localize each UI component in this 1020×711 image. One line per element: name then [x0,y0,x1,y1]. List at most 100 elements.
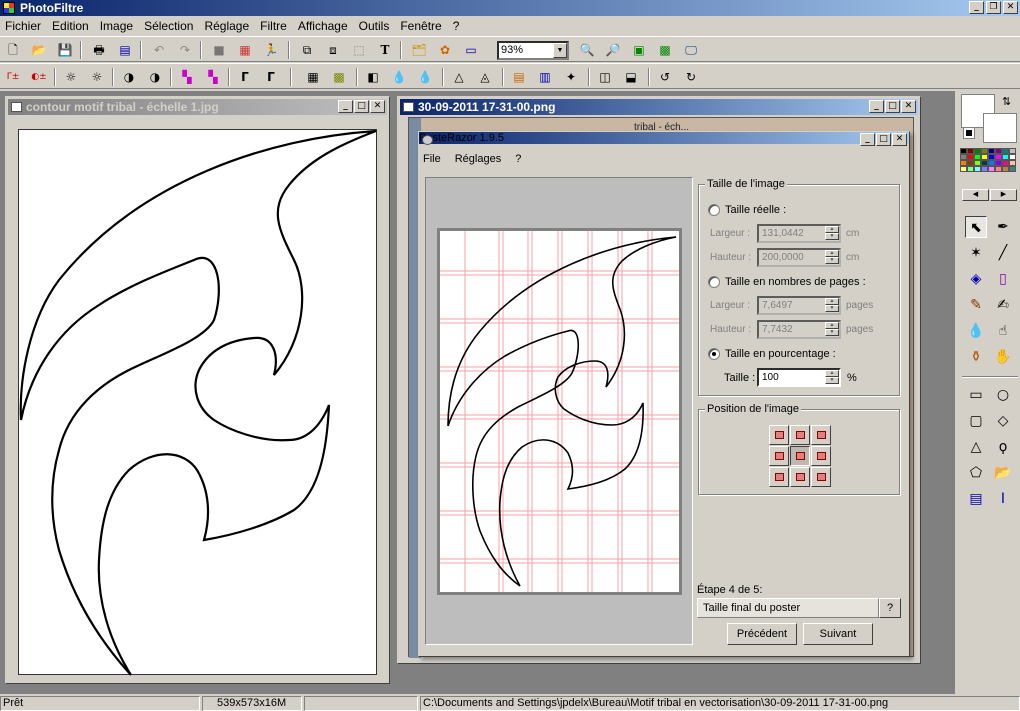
zoom-out-icon[interactable]: 🔎 [604,41,622,59]
eyedropper-icon[interactable]: ✒ [992,216,1014,238]
app-icon[interactable] [3,2,15,14]
menu-help[interactable]: ? [515,153,521,165]
menu-selection[interactable]: Sélection [139,16,199,35]
step-help-button[interactable]: ? [879,598,901,618]
grid-icon[interactable]: ▦ [304,68,322,86]
brightness-minus-icon[interactable]: ☼ [62,68,80,86]
print-icon[interactable]: 🖶 [90,41,108,59]
canvas-size-icon[interactable]: ⧈ [324,41,342,59]
window-icon[interactable]: ▭ [462,41,480,59]
minimize-button[interactable]: _ [969,1,984,14]
ellipse-icon[interactable]: ○ [992,384,1014,406]
color-palette[interactable] [960,148,1018,186]
position-bottom-right[interactable] [811,467,831,487]
position-right[interactable] [811,446,831,466]
advanced-brush-icon[interactable]: ✍ [992,294,1014,316]
image-window-left[interactable]: contour motif tribal - échelle 1.jpg _ □… [5,96,390,684]
selection-arrow-icon[interactable]: ⬉ [965,216,987,238]
blur-drop-icon[interactable]: 💧 [965,320,987,342]
spray-icon[interactable]: ▯ [992,268,1014,290]
rectangle-icon[interactable]: ▭ [965,384,987,406]
real-size-radio[interactable] [708,204,720,216]
text-icon[interactable]: T [376,41,394,59]
contrast-minus-icon[interactable]: ◑ [120,68,138,86]
brightness-plus-icon[interactable]: ☼ [88,68,106,86]
menu-file[interactable]: File [423,153,441,165]
swap-colors-icon[interactable]: ⇅ [1002,95,1011,108]
pages-height-field[interactable]: 7,7432 ▲ ▼ [757,320,841,339]
next-button[interactable]: Suivant [803,623,873,645]
menu-edition[interactable]: Edition [47,16,95,35]
palette-next-button[interactable]: ▶ [990,189,1017,201]
close-button[interactable]: ✕ [370,100,385,113]
rotate-left-icon[interactable]: ↺ [656,68,674,86]
position-left[interactable] [769,446,789,466]
fit-window-icon[interactable]: ▣ [630,41,648,59]
auto-contrast-icon[interactable]: ◐± [30,68,48,86]
pattern-icon[interactable]: ▩ [330,68,348,86]
menu-image[interactable]: Image [95,16,139,35]
previous-button[interactable]: Précédent [727,623,797,645]
blur-more-icon[interactable]: 💧 [416,68,434,86]
grayscale-icon[interactable]: ■ [210,41,228,59]
rotate-right-icon[interactable]: ↻ [682,68,700,86]
width-field[interactable]: 131,0442 ▲ ▼ [757,224,841,243]
scan-icon[interactable]: ▤ [116,41,134,59]
fill-bucket-icon[interactable]: ◈ [965,268,987,290]
position-bottom[interactable] [790,467,810,487]
fullscreen-icon[interactable]: 🖵 [682,41,700,59]
gradient-icon[interactable]: ▤ [510,68,528,86]
diamond-icon[interactable]: ◇ [992,410,1014,432]
close-button[interactable]: ✕ [892,133,907,146]
saturation-minus-icon[interactable]: ▚ [178,68,196,86]
maximize-button[interactable]: □ [876,133,891,146]
menu-fichier[interactable]: Fichier [0,16,47,35]
plugin-icon[interactable]: ✿ [436,41,454,59]
color-grid-icon[interactable]: ▦ [236,41,254,59]
magic-wand-icon[interactable]: ✶ [965,242,987,264]
maximize-button[interactable]: □ [885,100,900,113]
smudge-icon[interactable]: ☝ [992,320,1014,342]
gamma-minus-icon[interactable]: Γ [236,68,254,86]
select-icon[interactable]: ⬚ [350,41,368,59]
menu-reglages[interactable]: Réglages [455,153,501,165]
close-button[interactable]: ✕ [901,100,916,113]
reset-colors-icon[interactable] [963,127,975,139]
polygon-icon[interactable]: ⬠ [965,462,987,484]
blur-drop-icon[interactable]: 💧 [390,68,408,86]
menu-fenetre[interactable]: Fenêtre [395,16,447,35]
position-bottom-left[interactable] [769,467,789,487]
gamma-plus-icon[interactable]: Γ [262,68,280,86]
menu-outils[interactable]: Outils [354,16,396,35]
zoom-in-icon[interactable]: 🔍 [578,41,596,59]
percent-size-radio[interactable] [708,348,720,360]
maximize-button[interactable]: □ [354,100,369,113]
save-icon[interactable]: 💾 [56,41,74,59]
position-center[interactable] [790,446,810,466]
emboss-icon[interactable]: ◬ [476,68,494,86]
redo-icon[interactable]: ↷ [176,41,194,59]
menu-help[interactable]: ? [448,16,466,35]
explorer-icon[interactable]: 🗂 [410,41,428,59]
sharpen-icon[interactable]: ◧ [364,68,382,86]
window-title-bar[interactable]: 30-09-2011 17-31-00.png _ □ ✕ [400,99,918,115]
menu-affichage[interactable]: Affichage [293,16,354,35]
chevron-down-icon[interactable]: ▼ [553,43,567,58]
posterazor-title-bar[interactable]: PosteRazor 1.9.5 _ □ ✕ [419,132,909,146]
auto-levels-icon[interactable]: Γ± [4,68,22,86]
position-top-right[interactable] [811,425,831,445]
undo-icon[interactable]: ↶ [150,41,168,59]
hand-icon[interactable]: ✋ [992,346,1014,368]
open-folder-icon[interactable]: 📂 [30,41,48,59]
position-top-left[interactable] [769,425,789,445]
triangle-icon[interactable]: △ [965,436,987,458]
select-all-icon[interactable]: ▤ [965,488,987,510]
menu-reglage[interactable]: Réglage [199,16,255,35]
rounded-rect-icon[interactable]: ▢ [965,410,987,432]
triangle-icon[interactable]: △ [450,68,468,86]
run-icon[interactable]: 🏃 [262,41,280,59]
actual-size-icon[interactable]: ▩ [656,41,674,59]
zoom-select[interactable]: 93% ▼ [497,41,569,60]
background-color-swatch[interactable] [983,113,1017,143]
palette-prev-button[interactable]: ◀ [962,189,989,201]
